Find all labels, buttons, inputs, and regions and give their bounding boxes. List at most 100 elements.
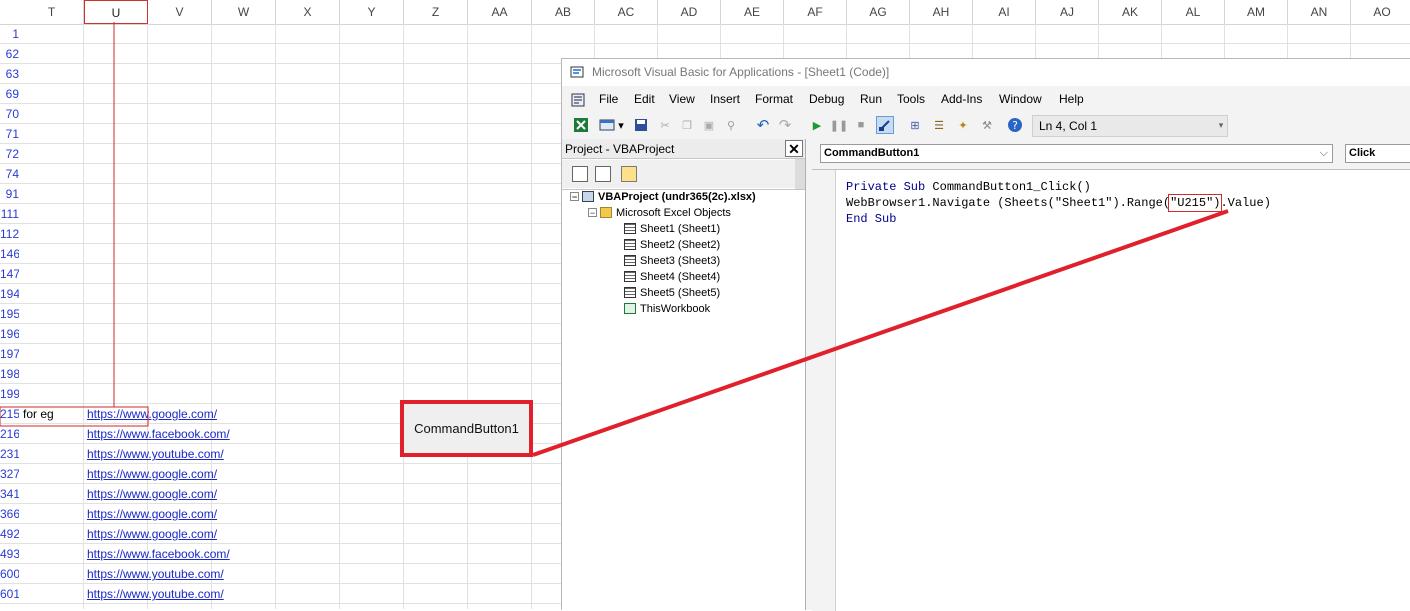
- url-cell[interactable]: https://www.google.com/: [87, 464, 217, 484]
- column-header-am[interactable]: AM: [1225, 0, 1288, 24]
- menu-file[interactable]: File: [599, 92, 618, 106]
- column-header-an[interactable]: AN: [1288, 0, 1351, 24]
- url-cell[interactable]: https://www.facebook.com/: [87, 424, 230, 444]
- row-header-197[interactable]: 197: [0, 344, 19, 364]
- help-icon[interactable]: ?: [1006, 116, 1024, 134]
- reset-icon[interactable]: ■: [852, 116, 870, 134]
- row-header-199[interactable]: 199: [0, 384, 19, 404]
- copy-icon[interactable]: ❐: [678, 116, 696, 134]
- column-header-af[interactable]: AF: [784, 0, 847, 24]
- view-excel-icon[interactable]: [572, 116, 590, 134]
- url-cell[interactable]: https://www.google.com/: [87, 504, 217, 524]
- column-header-ao[interactable]: AO: [1351, 0, 1410, 24]
- menu-edit[interactable]: Edit: [634, 92, 655, 106]
- row-header-146[interactable]: 146: [0, 244, 19, 264]
- toggle-folders-icon[interactable]: [621, 166, 637, 182]
- collapse-icon[interactable]: −: [570, 192, 579, 202]
- row-header-492[interactable]: 492: [0, 524, 19, 544]
- toolbar-overflow-icon[interactable]: ▾: [1216, 116, 1226, 134]
- view-object-icon[interactable]: [595, 166, 611, 182]
- row-header-111[interactable]: 111: [0, 204, 19, 224]
- row-header-72[interactable]: 72: [0, 144, 19, 164]
- object-dropdown[interactable]: CommandButton1 ⌵: [820, 144, 1333, 163]
- column-header-z[interactable]: Z: [404, 0, 468, 24]
- row-header-493[interactable]: 493: [0, 544, 19, 564]
- design-mode-icon[interactable]: [876, 116, 894, 134]
- menu-add-ins[interactable]: Add-Ins: [941, 92, 982, 106]
- column-header-ah[interactable]: AH: [910, 0, 973, 24]
- menu-insert[interactable]: Insert: [710, 92, 740, 106]
- tree-item-sheet3[interactable]: Sheet3 (Sheet3): [624, 255, 720, 267]
- tree-item-sheet5[interactable]: Sheet5 (Sheet5): [624, 287, 720, 299]
- project-explorer-scrollbar[interactable]: [795, 159, 805, 189]
- column-header-y[interactable]: Y: [340, 0, 404, 24]
- row-header-194[interactable]: 194: [0, 284, 19, 304]
- menu-help[interactable]: Help: [1059, 92, 1084, 106]
- column-header-ab[interactable]: AB: [532, 0, 595, 24]
- row-header-70[interactable]: 70: [0, 104, 19, 124]
- column-header-w[interactable]: W: [212, 0, 276, 24]
- url-cell[interactable]: https://www.youtube.com/: [87, 444, 224, 464]
- column-header-x[interactable]: X: [276, 0, 340, 24]
- row-header-1[interactable]: 1: [0, 24, 19, 44]
- tree-item-sheet4[interactable]: Sheet4 (Sheet4): [624, 271, 720, 283]
- menu-debug[interactable]: Debug: [809, 92, 844, 106]
- close-icon[interactable]: ✕: [785, 140, 803, 157]
- row-header-327[interactable]: 327: [0, 464, 19, 484]
- row-header-74[interactable]: 74: [0, 164, 19, 184]
- menu-run[interactable]: Run: [860, 92, 882, 106]
- url-cell[interactable]: https://www.youtube.com/: [87, 584, 224, 604]
- column-header-al[interactable]: AL: [1162, 0, 1225, 24]
- properties-icon[interactable]: ☰: [930, 116, 948, 134]
- tree-item-excel-objects[interactable]: − Microsoft Excel Objects: [588, 207, 731, 219]
- row-header-600[interactable]: 600: [0, 564, 19, 584]
- tree-item-project[interactable]: − VBAProject (undr365(2c).xlsx): [570, 191, 756, 203]
- code-editor[interactable]: Private Sub CommandButton1_Click() WebBr…: [812, 169, 1410, 611]
- view-code-icon[interactable]: [572, 166, 588, 182]
- paste-icon[interactable]: ▣: [700, 116, 718, 134]
- menu-tools[interactable]: Tools: [897, 92, 925, 106]
- run-icon[interactable]: ▶: [808, 116, 826, 134]
- row-header-195[interactable]: 195: [0, 304, 19, 324]
- url-cell[interactable]: https://www.google.com/: [87, 404, 217, 424]
- row-header-198[interactable]: 198: [0, 364, 19, 384]
- url-cell[interactable]: https://www.youtube.com/: [87, 564, 224, 584]
- url-cell[interactable]: https://www.google.com/: [87, 484, 217, 504]
- insert-userform-icon[interactable]: [598, 116, 616, 134]
- tree-item-thisworkbook[interactable]: ThisWorkbook: [624, 303, 710, 315]
- chevron-down-icon[interactable]: ⌵: [1320, 145, 1328, 162]
- column-header-ai[interactable]: AI: [973, 0, 1036, 24]
- column-header-v[interactable]: V: [148, 0, 212, 24]
- url-cell[interactable]: https://www.facebook.com/: [87, 544, 230, 564]
- column-header-ag[interactable]: AG: [847, 0, 910, 24]
- column-header-t[interactable]: T: [20, 0, 84, 24]
- column-header-aa[interactable]: AA: [468, 0, 532, 24]
- row-header-196[interactable]: 196: [0, 324, 19, 344]
- collapse-icon[interactable]: −: [588, 208, 597, 218]
- row-header-112[interactable]: 112: [0, 224, 19, 244]
- column-header-ae[interactable]: AE: [721, 0, 784, 24]
- break-icon[interactable]: ❚❚: [830, 116, 848, 134]
- row-header-69[interactable]: 69: [0, 84, 19, 104]
- row-header-91[interactable]: 91: [0, 184, 19, 204]
- procedure-dropdown[interactable]: Click: [1345, 144, 1410, 163]
- column-header-aj[interactable]: AJ: [1036, 0, 1099, 24]
- menu-format[interactable]: Format: [755, 92, 793, 106]
- tree-item-sheet2[interactable]: Sheet2 (Sheet2): [624, 239, 720, 251]
- tree-item-sheet1[interactable]: Sheet1 (Sheet1): [624, 223, 720, 235]
- cut-icon[interactable]: ✂: [656, 116, 674, 134]
- project-explorer-icon[interactable]: ⊞: [906, 116, 924, 134]
- undo-icon[interactable]: ↶: [754, 116, 772, 134]
- row-header-215[interactable]: 215: [0, 404, 19, 424]
- redo-icon[interactable]: ↷: [776, 116, 794, 134]
- save-icon[interactable]: [632, 116, 650, 134]
- insert-dropdown-icon[interactable]: ▾: [616, 116, 626, 134]
- vba-menu-icon[interactable]: [571, 93, 585, 107]
- row-header-366[interactable]: 366: [0, 504, 19, 524]
- menu-view[interactable]: View: [669, 92, 695, 106]
- text-cell[interactable]: for eg: [23, 404, 54, 424]
- column-header-ac[interactable]: AC: [595, 0, 658, 24]
- row-header-147[interactable]: 147: [0, 264, 19, 284]
- row-header-341[interactable]: 341: [0, 484, 19, 504]
- toolbox-icon[interactable]: ⚒: [978, 116, 996, 134]
